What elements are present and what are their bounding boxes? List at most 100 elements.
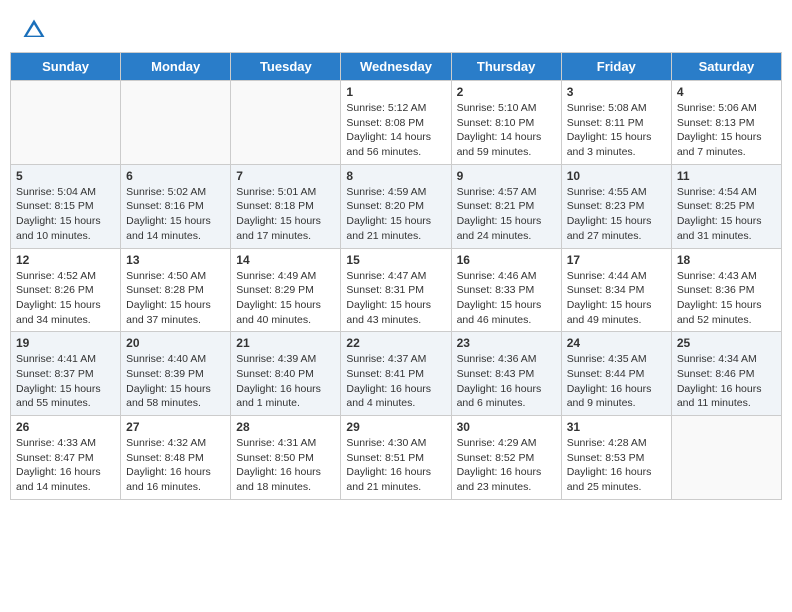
day-info: Sunrise: 4:43 AMSunset: 8:36 PMDaylight:… [677,269,776,328]
day-info-line: Sunset: 8:21 PM [457,199,556,214]
day-info-line: Sunrise: 4:31 AM [236,436,335,451]
day-info-line: Sunrise: 4:52 AM [16,269,115,284]
day-info-line: Sunset: 8:46 PM [677,367,776,382]
day-info-line: Sunset: 8:28 PM [126,283,225,298]
day-info: Sunrise: 4:39 AMSunset: 8:40 PMDaylight:… [236,352,335,411]
day-info-line: Sunset: 8:52 PM [457,451,556,466]
calendar-cell-1-0: 5 Sunrise: 5:04 AMSunset: 8:15 PMDaylight… [11,164,121,248]
day-number: 23 [457,336,556,350]
day-info-line: Sunrise: 5:01 AM [236,185,335,200]
col-header-thursday: Thursday [451,53,561,81]
day-info-line: Daylight: 16 hours and 14 minutes. [16,465,115,494]
calendar-cell-1-3: 8Sunrise: 4:59 AMSunset: 8:20 PMDaylight… [341,164,451,248]
day-info: Sunrise: 4:52 AMSunset: 8:26 PMDaylight:… [16,269,115,328]
day-info-line: Sunset: 8:16 PM [126,199,225,214]
day-info: Sunrise: 4:55 AMSunset: 8:23 PMDaylight:… [567,185,666,244]
calendar-cell-4-1: 27Sunrise: 4:32 AMSunset: 8:48 PMDayligh… [121,416,231,500]
day-info: Sunrise: 5:10 AMSunset: 8:10 PMDaylight:… [457,101,556,160]
day-info-line: Sunset: 8:18 PM [236,199,335,214]
day-info-line: Daylight: 15 hours and 43 minutes. [346,298,445,327]
day-number: 22 [346,336,445,350]
col-header-saturday: Saturday [671,53,781,81]
calendar-row-0: 1Sunrise: 5:12 AMSunset: 8:08 PMDaylight… [11,81,782,165]
day-info-line: Sunset: 8:51 PM [346,451,445,466]
day-info-line: Daylight: 14 hours and 56 minutes. [346,130,445,159]
calendar-row-3: 19Sunrise: 4:41 AMSunset: 8:37 PMDayligh… [11,332,782,416]
day-number: 31 [567,420,666,434]
day-info-line: Sunset: 8:40 PM [236,367,335,382]
day-info-line: Sunrise: 4:34 AM [677,352,776,367]
day-info: Sunrise: 4:44 AMSunset: 8:34 PMDaylight:… [567,269,666,328]
calendar-header: SundayMondayTuesdayWednesdayThursdayFrid… [11,53,782,81]
day-info-line: Sunset: 8:31 PM [346,283,445,298]
day-info-line: Daylight: 16 hours and 18 minutes. [236,465,335,494]
day-info-line: Sunset: 8:43 PM [457,367,556,382]
calendar-cell-0-4: 2 Sunrise: 5:10 AMSunset: 8:10 PMDaylight… [451,81,561,165]
calendar-cell-0-3: 1Sunrise: 5:12 AMSunset: 8:08 PMDaylight… [341,81,451,165]
day-info-line: Daylight: 14 hours and 59 minutes. [457,130,556,159]
day-info-line: Sunrise: 5:06 AM [677,101,776,116]
day-number: 2 [457,85,556,99]
day-info-line: Sunset: 8:20 PM [346,199,445,214]
day-info-line: Sunrise: 4:43 AM [677,269,776,284]
day-info-line: Sunrise: 4:44 AM [567,269,666,284]
calendar-row-4: 26Sunrise: 4:33 AMSunset: 8:47 PMDayligh… [11,416,782,500]
calendar-cell-1-1: 6Sunrise: 5:02 AMSunset: 8:16 PMDaylight… [121,164,231,248]
day-info-line: Sunset: 8:41 PM [346,367,445,382]
col-header-tuesday: Tuesday [231,53,341,81]
day-info-line: Sunset: 8:10 PM [457,116,556,131]
day-info-line: Daylight: 15 hours and 55 minutes. [16,382,115,411]
day-number: 12 [16,253,115,267]
day-info-line: Daylight: 15 hours and 37 minutes. [126,298,225,327]
day-info-line: Sunrise: 5:10 AM [457,101,556,116]
day-info-line: Sunset: 8:33 PM [457,283,556,298]
calendar-cell-1-6: 11Sunrise: 4:54 AMSunset: 8:25 PMDayligh… [671,164,781,248]
day-info-line: Sunrise: 4:39 AM [236,352,335,367]
day-info-line: Sunrise: 5:08 AM [567,101,666,116]
day-info-line: Daylight: 15 hours and 3 minutes. [567,130,666,159]
day-info-line: Sunrise: 4:47 AM [346,269,445,284]
day-info: Sunrise: 5:08 AMSunset: 8:11 PMDaylight:… [567,101,666,160]
day-info: Sunrise: 5:04 AMSunset: 8:15 PMDaylight:… [16,185,115,244]
day-info-line: Daylight: 15 hours and 52 minutes. [677,298,776,327]
calendar-cell-0-5: 3 Sunrise: 5:08 AMSunset: 8:11 PMDaylight… [561,81,671,165]
day-number: 20 [126,336,225,350]
day-number: 21 [236,336,335,350]
day-number: 4 [677,85,776,99]
day-number: 5 [16,169,115,183]
day-info: Sunrise: 5:06 AMSunset: 8:13 PMDaylight:… [677,101,776,160]
day-info-line: Sunrise: 5:02 AM [126,185,225,200]
day-info-line: Sunrise: 4:32 AM [126,436,225,451]
calendar-cell-2-0: 12 Sunrise: 4:52 AMSunset: 8:26 PMDayligh… [11,248,121,332]
day-info: Sunrise: 4:47 AMSunset: 8:31 PMDaylight:… [346,269,445,328]
calendar-cell-4-2: 28Sunrise: 4:31 AMSunset: 8:50 PMDayligh… [231,416,341,500]
day-info-line: Sunset: 8:53 PM [567,451,666,466]
day-info-line: Sunrise: 4:57 AM [457,185,556,200]
day-info: Sunrise: 4:31 AMSunset: 8:50 PMDaylight:… [236,436,335,495]
day-number: 13 [126,253,225,267]
day-info-line: Sunrise: 4:30 AM [346,436,445,451]
calendar-cell-1-2: 7Sunrise: 5:01 AMSunset: 8:18 PMDaylight… [231,164,341,248]
day-info-line: Sunrise: 4:46 AM [457,269,556,284]
day-info-line: Sunrise: 4:49 AM [236,269,335,284]
day-number: 6 [126,169,225,183]
day-info-line: Daylight: 15 hours and 34 minutes. [16,298,115,327]
day-number: 26 [16,420,115,434]
day-info-line: Daylight: 15 hours and 46 minutes. [457,298,556,327]
day-info: Sunrise: 4:28 AMSunset: 8:53 PMDaylight:… [567,436,666,495]
day-number: 3 [567,85,666,99]
day-info-line: Sunrise: 4:35 AM [567,352,666,367]
day-info: Sunrise: 4:59 AMSunset: 8:20 PMDaylight:… [346,185,445,244]
calendar-cell-3-5: 24Sunrise: 4:35 AMSunset: 8:44 PMDayligh… [561,332,671,416]
calendar-cell-4-0: 26Sunrise: 4:33 AMSunset: 8:47 PMDayligh… [11,416,121,500]
day-info-line: Sunset: 8:23 PM [567,199,666,214]
day-info-line: Sunset: 8:50 PM [236,451,335,466]
day-info-line: Sunset: 8:26 PM [16,283,115,298]
day-info: Sunrise: 4:32 AMSunset: 8:48 PMDaylight:… [126,436,225,495]
calendar-cell-3-1: 20Sunrise: 4:40 AMSunset: 8:39 PMDayligh… [121,332,231,416]
day-info: Sunrise: 4:37 AMSunset: 8:41 PMDaylight:… [346,352,445,411]
day-info-line: Sunrise: 4:29 AM [457,436,556,451]
calendar-cell-4-3: 29Sunrise: 4:30 AMSunset: 8:51 PMDayligh… [341,416,451,500]
day-info-line: Daylight: 15 hours and 10 minutes. [16,214,115,243]
day-info-line: Daylight: 15 hours and 40 minutes. [236,298,335,327]
